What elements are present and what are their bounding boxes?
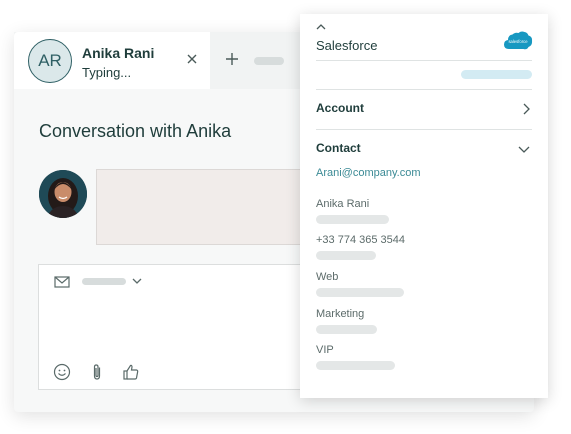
chevron-right-icon <box>523 103 530 115</box>
tab-typing-status: Typing... <box>82 65 132 80</box>
field-placeholder-bar <box>316 251 376 260</box>
chevron-down-icon <box>518 146 530 153</box>
contact-department-value: Marketing <box>316 308 365 320</box>
salesforce-logo-icon: salesforce <box>504 31 533 50</box>
field-placeholder-bar <box>316 288 404 297</box>
thumbs-up-icon[interactable] <box>122 363 140 381</box>
chevron-down-icon[interactable] <box>132 277 142 285</box>
attachment-icon[interactable] <box>88 363 106 381</box>
divider <box>316 60 532 61</box>
message-bubble <box>96 169 316 245</box>
message-composer[interactable] <box>38 264 338 390</box>
sync-status-placeholder <box>461 70 532 79</box>
contact-email-link[interactable]: Arani@company.com <box>316 167 421 179</box>
email-icon[interactable] <box>54 275 70 289</box>
tab-contact-name: Anika Rani <box>82 45 155 61</box>
divider <box>316 89 532 90</box>
conversation-tab[interactable]: AR Anika Rani Typing... <box>14 32 210 89</box>
add-tab-icon[interactable] <box>225 52 239 66</box>
chevron-up-icon[interactable] <box>316 23 326 30</box>
close-icon[interactable] <box>184 51 200 67</box>
contact-phone-value: +33 774 365 3544 <box>316 234 406 246</box>
crm-panel-title: Salesforce <box>316 38 378 53</box>
contact-source-value: Web <box>316 271 339 283</box>
field-placeholder-bar <box>316 215 389 224</box>
contact-avatar: AR <box>28 39 72 83</box>
channel-select[interactable] <box>82 278 126 285</box>
salesforce-logo-text: salesforce <box>508 39 528 44</box>
field-placeholder-bar <box>316 361 395 370</box>
section-account-label: Account <box>316 101 364 115</box>
conversation-title: Conversation with Anika <box>39 121 232 141</box>
divider <box>316 129 532 130</box>
tab-placeholder[interactable] <box>254 57 284 65</box>
contact-tier-value: VIP <box>316 344 334 356</box>
field-placeholder-bar <box>316 325 377 334</box>
customer-photo-icon <box>39 170 87 218</box>
section-contact-label: Contact <box>316 141 361 155</box>
contact-name-value: Anika Rani <box>316 198 370 210</box>
section-contact[interactable]: Contact <box>316 137 532 161</box>
section-account[interactable]: Account <box>316 97 532 121</box>
emoji-icon[interactable] <box>53 363 71 381</box>
customer-avatar <box>39 170 87 218</box>
crm-panel: Salesforce salesforce Account Contact Ar… <box>300 14 548 398</box>
